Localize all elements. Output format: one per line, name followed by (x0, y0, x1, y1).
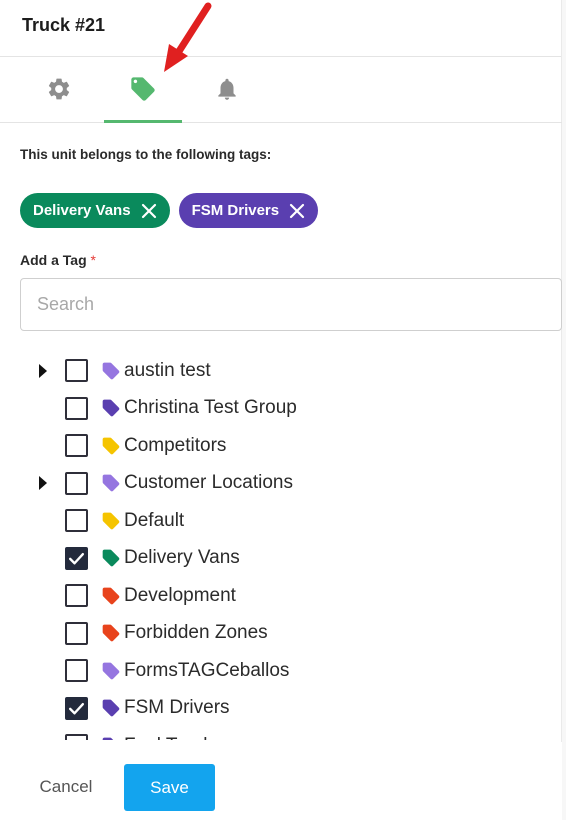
tag-color-icon (102, 437, 120, 455)
tag-chip-label: FSM Drivers (191, 202, 280, 219)
tag-color-icon (102, 399, 120, 417)
tag-tree-label: Competitors (124, 434, 227, 456)
tag-chip-label: Delivery Vans (33, 202, 131, 219)
close-icon[interactable] (289, 203, 305, 219)
search-input[interactable] (20, 278, 562, 331)
tag-tree-row[interactable]: austin test (0, 352, 562, 390)
tag-color-icon (102, 587, 120, 605)
tag-tree-row[interactable]: Default (0, 502, 562, 540)
tag-color-icon (102, 362, 120, 380)
tag-tree-label: FormsTAGCeballos (124, 659, 290, 681)
tag-checkbox[interactable] (65, 734, 88, 740)
assigned-tags: Delivery Vans FSM Drivers (20, 193, 319, 228)
tag-tree-row[interactable]: FormsTAGCeballos (0, 652, 562, 690)
tag-icon (131, 77, 155, 101)
tag-tree-row[interactable]: Competitors (0, 427, 562, 465)
tag-tree-row[interactable]: FSM Drivers (0, 690, 562, 728)
page-title: Truck #21 (22, 15, 106, 35)
tag-checkbox[interactable] (65, 396, 88, 420)
tab-settings[interactable] (20, 56, 98, 122)
expand-arrow-icon[interactable] (36, 363, 50, 378)
tag-checkbox[interactable] (65, 659, 88, 683)
save-button[interactable]: Save (124, 764, 215, 811)
tag-tree-label: Development (124, 584, 236, 606)
add-tag-label-text: Add a Tag (20, 252, 87, 268)
tab-notifications[interactable] (188, 56, 266, 122)
tag-checkbox[interactable] (65, 471, 88, 495)
tag-color-icon (102, 549, 120, 567)
tag-tree-label: Customer Locations (124, 472, 293, 494)
tag-checkbox[interactable] (65, 696, 88, 720)
tag-tree-label: Fuel Tracks (124, 735, 222, 740)
tag-color-icon (102, 624, 120, 642)
tab-tags[interactable] (104, 56, 182, 123)
tags-intro-text: This unit belongs to the following tags: (20, 147, 272, 162)
tag-color-icon (102, 474, 120, 492)
gear-icon (48, 78, 70, 100)
tab-bar (0, 56, 562, 123)
tag-checkbox[interactable] (65, 359, 88, 383)
bell-icon (218, 78, 236, 100)
tag-tree-row[interactable]: Christina Test Group (0, 390, 562, 428)
tag-tree-row[interactable]: Fuel Tracks (0, 727, 562, 740)
tag-checkbox[interactable] (65, 546, 88, 570)
tag-chip-delivery-vans: Delivery Vans (20, 193, 170, 228)
tag-chip-fsm-drivers: FSM Drivers (178, 193, 319, 228)
tag-tree-row[interactable]: Development (0, 577, 562, 615)
tag-tree-label: austin test (124, 359, 211, 381)
cancel-button[interactable]: Cancel (22, 764, 110, 810)
panel-header: Truck #21 (0, 0, 562, 57)
check-icon (68, 552, 85, 565)
add-tag-label: Add a Tag * (20, 252, 96, 268)
tag-color-icon (102, 737, 114, 740)
tag-tree-row[interactable]: Forbidden Zones (0, 615, 562, 653)
tag-checkbox[interactable] (65, 434, 88, 458)
tag-tree-label: FSM Drivers (124, 697, 230, 719)
tag-color-icon (102, 662, 120, 680)
required-marker: * (90, 252, 96, 268)
tag-checkbox[interactable] (65, 509, 88, 533)
tag-tree-row[interactable]: Customer Locations (0, 465, 562, 503)
tag-color-icon (102, 512, 120, 530)
expand-arrow-icon[interactable] (36, 476, 50, 491)
tag-checkbox[interactable] (65, 584, 88, 608)
tag-tree-label: Delivery Vans (124, 547, 240, 569)
tag-tree-label: Christina Test Group (124, 397, 297, 419)
tag-tree-label: Forbidden Zones (124, 622, 268, 644)
panel-footer: Cancel Save (0, 742, 562, 820)
unit-tags-panel: Truck #21 This unit belongs to the follo… (0, 0, 566, 820)
check-icon (68, 702, 85, 715)
tag-tree-row[interactable]: Delivery Vans (0, 540, 562, 578)
tag-tree: austin test Christina Test Group Competito… (0, 352, 562, 740)
tag-checkbox[interactable] (65, 621, 88, 645)
tag-color-icon (102, 699, 120, 717)
tag-tree-label: Default (124, 509, 185, 531)
close-icon[interactable] (141, 203, 157, 219)
